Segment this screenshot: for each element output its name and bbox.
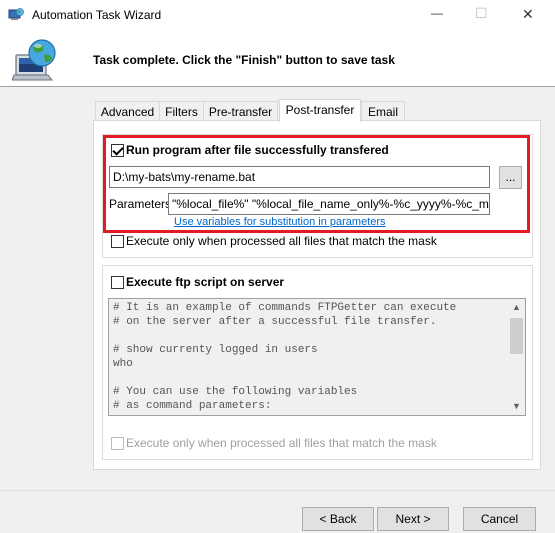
run-program-label: Run program after file successfully tran…	[126, 143, 389, 157]
close-icon: ✕	[522, 6, 534, 22]
header-message: Task complete. Click the "Finish" button…	[93, 53, 395, 67]
ftp-script-label: Execute ftp script on server	[126, 275, 285, 289]
maximize-button[interactable]: ☐	[459, 0, 505, 31]
minimize-button[interactable]: —	[413, 0, 459, 31]
tab-advanced[interactable]: Advanced	[95, 101, 160, 121]
tab-post-transfer[interactable]: Post-transfer	[279, 99, 361, 122]
ftp-script-textarea[interactable]: # It is an example of commands FTPGetter…	[108, 298, 526, 416]
ftp-only-when-all-checkbox[interactable]	[111, 437, 124, 450]
tab-email[interactable]: Email	[361, 101, 405, 121]
scroll-down-icon[interactable]: ▼	[512, 401, 521, 411]
ftp-script-checkbox[interactable]	[111, 276, 124, 289]
tab-pre-transfer[interactable]: Pre-transfer	[203, 101, 278, 121]
cancel-button[interactable]: Cancel	[463, 507, 536, 531]
maximize-icon: ☐	[475, 5, 488, 21]
minimize-icon: —	[431, 6, 443, 20]
ftp-script-content: # It is an example of commands FTPGetter…	[113, 302, 457, 412]
run-only-when-all-label: Execute only when processed all files th…	[126, 234, 437, 248]
script-scrollbar[interactable]: ▲ ▼	[508, 299, 525, 415]
browse-button[interactable]: ...	[499, 166, 522, 189]
scroll-thumb[interactable]	[510, 318, 523, 354]
parameters-label: Parameters	[109, 197, 172, 211]
ftp-only-when-all-label: Execute only when processed all files th…	[126, 436, 437, 450]
back-button[interactable]: < Back	[302, 507, 374, 531]
variables-link[interactable]: Use variables for substitution in parame…	[174, 216, 386, 228]
parameters-input[interactable]: "%local_file%" "%local_file_name_only%-%…	[168, 193, 490, 215]
run-only-when-all-checkbox[interactable]	[111, 235, 124, 248]
next-button[interactable]: Next >	[377, 507, 449, 531]
title-bar: Automation Task Wizard — ☐ ✕	[0, 0, 555, 31]
tab-filters[interactable]: Filters	[159, 101, 204, 121]
run-program-checkbox[interactable]	[111, 144, 124, 157]
window-title: Automation Task Wizard	[32, 8, 162, 22]
scroll-up-icon[interactable]: ▲	[512, 302, 521, 312]
computer-globe-icon	[12, 39, 56, 81]
program-path-input[interactable]: D:\my-bats\my-rename.bat	[109, 166, 490, 188]
bottom-separator	[0, 490, 555, 491]
wizard-header: Task complete. Click the "Finish" button…	[0, 31, 555, 87]
close-button[interactable]: ✕	[505, 0, 551, 31]
app-icon	[8, 8, 24, 20]
post-transfer-panel: Run program after file successfully tran…	[93, 120, 541, 470]
